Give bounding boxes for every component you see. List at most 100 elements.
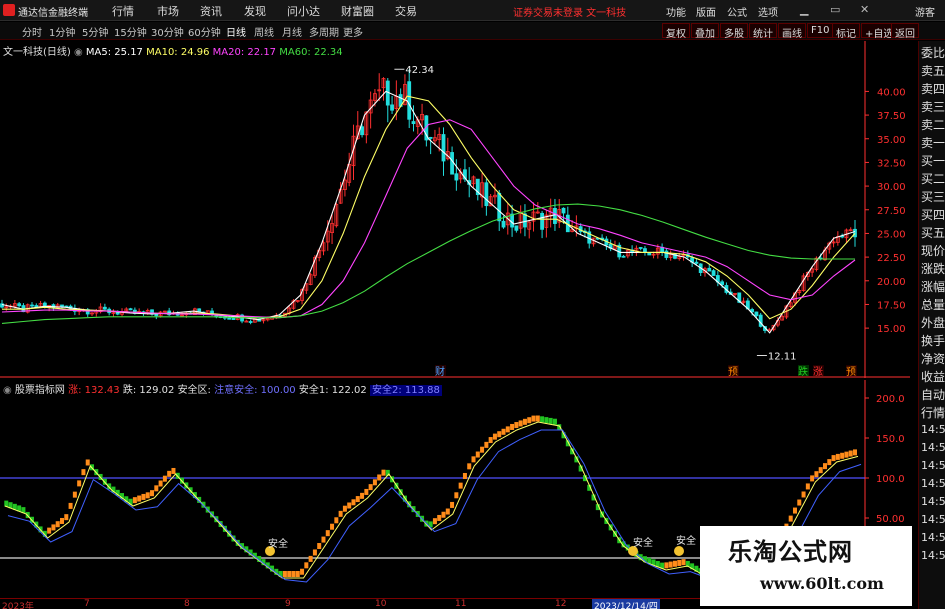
rising-bar xyxy=(287,571,292,577)
candle-body xyxy=(450,152,454,175)
event-marker-label: 预 xyxy=(846,366,856,378)
candle-body xyxy=(411,121,416,125)
candle-body xyxy=(248,321,253,323)
menu-item-jiaoyi[interactable]: 交易 xyxy=(395,3,417,19)
menu-item-gongneng[interactable]: 功能 xyxy=(666,4,686,19)
rising-bar xyxy=(471,456,476,463)
ma10-value: MA10: 24.96 xyxy=(146,47,210,58)
close-icon[interactable]: ✕ xyxy=(860,3,869,16)
panel-time: 14:50 xyxy=(921,423,945,436)
menu-item-zixun[interactable]: 资讯 xyxy=(200,3,222,19)
menu-item-banmian[interactable]: 版面 xyxy=(696,4,716,19)
price-tick-label: 17.50 xyxy=(877,300,906,311)
candle-body xyxy=(510,213,514,228)
panel-item[interactable]: 净资 xyxy=(921,350,945,367)
panel-item[interactable]: 买五 xyxy=(921,224,945,241)
mark-button[interactable]: 标记 xyxy=(832,23,860,40)
period-tab-30min[interactable]: 30分钟 xyxy=(151,24,184,39)
price-tick-label: 22.50 xyxy=(877,253,906,264)
menu-item-caifuquan[interactable]: 财富圈 xyxy=(341,3,374,19)
panel-item[interactable]: 卖五 xyxy=(921,62,945,79)
menu-item-shichang[interactable]: 市场 xyxy=(157,3,179,19)
app-logo-icon xyxy=(3,4,15,16)
menu-item-gongshi[interactable]: 公式 xyxy=(727,4,747,19)
panel-item[interactable]: 卖三 xyxy=(921,98,945,115)
panel-item[interactable]: 买四 xyxy=(921,206,945,223)
panel-item[interactable]: 涨跌 xyxy=(921,260,945,277)
rising-bar xyxy=(325,530,330,537)
period-tab-fenshi[interactable]: 分时 xyxy=(22,24,42,39)
panel-item[interactable]: 外盘 xyxy=(921,314,945,331)
indicator-settings-icon[interactable]: ◉ xyxy=(3,385,15,396)
panel-item[interactable]: 买三 xyxy=(921,188,945,205)
minimize-icon[interactable]: ▁ xyxy=(800,3,808,16)
period-tab-weekly[interactable]: 周线 xyxy=(254,24,274,39)
settings-icon[interactable]: ◉ xyxy=(74,47,86,58)
rising-bar xyxy=(282,571,287,577)
panel-item[interactable]: 收益 xyxy=(921,368,945,385)
panel-item[interactable]: 现价 xyxy=(921,242,945,259)
menu-item-hangqing[interactable]: 行情 xyxy=(112,3,134,19)
candle-body xyxy=(360,126,364,136)
candle-body xyxy=(30,304,34,307)
candle-body xyxy=(227,317,232,320)
period-tab-5min[interactable]: 5分钟 xyxy=(82,24,108,39)
f10-button[interactable]: F10 xyxy=(807,23,834,38)
draw-line-button[interactable]: 画线 xyxy=(778,23,806,40)
rising-bar xyxy=(462,472,467,479)
low-price-label: 12.11 xyxy=(768,351,797,362)
multi-stock-button[interactable]: 多股 xyxy=(720,23,748,40)
panel-item[interactable]: 自动 xyxy=(921,386,945,403)
login-notice[interactable]: 证券交易未登录 文一科技 xyxy=(513,4,626,19)
panel-item[interactable]: 卖一 xyxy=(921,134,945,151)
period-tab-monthly[interactable]: 月线 xyxy=(282,24,302,39)
falling-bar xyxy=(540,416,545,423)
panel-item[interactable]: 总量 xyxy=(921,296,945,313)
panel-item[interactable]: 卖四 xyxy=(921,80,945,97)
period-tab-15min[interactable]: 15分钟 xyxy=(114,24,147,39)
period-tab-60min[interactable]: 60分钟 xyxy=(188,24,221,39)
indicator-attention: 注意安全: 100.00 xyxy=(214,385,296,396)
menu-item-xuanxiang[interactable]: 选项 xyxy=(758,4,778,19)
statistics-button[interactable]: 统计 xyxy=(749,23,777,40)
back-button[interactable]: 返回 xyxy=(891,23,919,40)
rising-bar xyxy=(681,559,686,566)
date-label: 7 xyxy=(84,599,90,609)
period-tab-multi[interactable]: 多周期 xyxy=(309,24,339,39)
menu-item-wenxiaoda[interactable]: 问小达 xyxy=(287,3,320,19)
panel-item[interactable]: 卖二 xyxy=(921,116,945,133)
panel-item[interactable]: 买一 xyxy=(921,152,945,169)
event-marker-label: 预 xyxy=(728,366,738,378)
panel-item[interactable]: 换手 xyxy=(921,332,945,349)
period-tab-more[interactable]: 更多 xyxy=(343,24,363,39)
panel-item[interactable]: 买二 xyxy=(921,170,945,187)
rising-bar xyxy=(664,562,669,569)
rising-bar xyxy=(55,521,60,528)
rising-bar xyxy=(171,467,176,474)
indicator-zhang: 涨: 132.43 xyxy=(68,385,120,396)
rising-bar xyxy=(810,475,815,482)
panel-item[interactable]: 涨幅 xyxy=(921,278,945,295)
panel-item[interactable]: 行情 xyxy=(921,404,945,421)
panel-item[interactable]: 委比 xyxy=(921,44,945,61)
menu-item-faxian[interactable]: 发现 xyxy=(244,3,266,19)
rising-bar xyxy=(492,433,497,440)
ma20-value: MA20: 22.17 xyxy=(212,47,277,58)
candle-body xyxy=(523,213,527,228)
ma-info-line: 文一科技(日线) ◉ MA5: 25.17 MA10: 24.96 MA20: … xyxy=(3,43,343,58)
date-label: 9 xyxy=(285,599,291,609)
maximize-icon[interactable]: ▭ xyxy=(830,3,840,16)
falling-bar xyxy=(4,500,9,507)
main-price-chart[interactable]: 40.00 37.50 35.00 32.50 30.00 27.50 25.00 22.50… xyxy=(0,41,910,378)
candle-body xyxy=(128,308,133,311)
rising-bar xyxy=(814,471,819,478)
guest-label[interactable]: 游客 xyxy=(915,4,935,19)
indicator-tick-label: 100.0 xyxy=(876,474,905,485)
rising-bar xyxy=(64,514,69,521)
restore-rights-button[interactable]: 复权 xyxy=(662,23,690,40)
overlay-button[interactable]: 叠加 xyxy=(691,23,719,40)
candle-body xyxy=(754,311,759,317)
period-tab-1min[interactable]: 1分钟 xyxy=(49,24,75,39)
rising-bar xyxy=(141,493,146,500)
period-tab-daily[interactable]: 日线 xyxy=(226,24,246,39)
